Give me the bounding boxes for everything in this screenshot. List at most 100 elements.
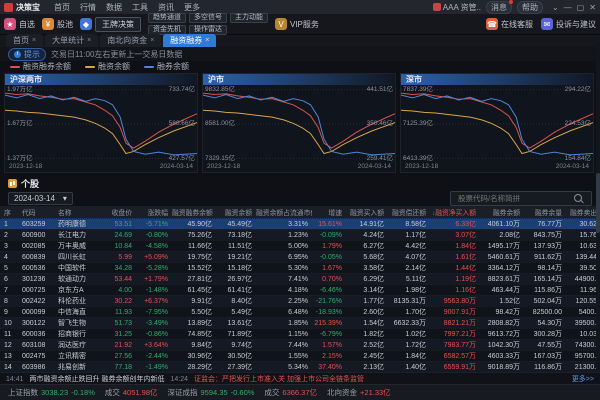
quick-tool-button[interactable]: 趋势通道 [148, 13, 186, 23]
cell-price: 34.28 [102, 265, 136, 272]
cell-repay-amount: 1.98亿 [388, 285, 430, 295]
scrollbar-thumb[interactable] [596, 173, 600, 233]
market-item: 深证成指9594.35-0.60% [168, 387, 255, 398]
left-axis-tick: 1.37万亿 [7, 155, 33, 162]
cell-total-balance: 74.85亿 [172, 329, 216, 339]
ticker-headline[interactable]: 证监会：严把发行上市准入关 加强上市公司全链条监管 [194, 374, 364, 384]
column-header[interactable]: 融资融券余额 [172, 207, 216, 217]
search-input[interactable] [456, 193, 570, 204]
feedback-button[interactable]: ✉ 投诉与建议 [541, 18, 596, 30]
column-header[interactable]: 融资偿还额 [388, 207, 430, 217]
table-row[interactable]: 8002422科伦药业30.22+6.37%9.91亿8.40亿2.25%-21… [0, 295, 600, 306]
stock-pool-button[interactable]: ¥ 股池 [42, 18, 73, 30]
column-header[interactable]: 增速 [312, 207, 346, 217]
tab-首页[interactable]: 首页× [6, 34, 43, 47]
messages-button[interactable]: 消息 [486, 1, 512, 14]
account-chip[interactable]: AAA 资管.. [433, 2, 481, 13]
table-row[interactable]: 3002085万丰奥威10.84-4.58%11.66亿11.51亿5.00%1… [0, 240, 600, 251]
legend-item[interactable]: 融资余额 [85, 61, 130, 72]
cell-rank: 7 [0, 287, 18, 294]
cell-buy-amount: 2.52亿 [346, 340, 388, 350]
cell-name: 软通动力 [54, 274, 102, 284]
cell-short-balance: 463.44万 [480, 285, 524, 295]
cell-pct-change: +6.37% [136, 298, 172, 305]
mail-icon: ✉ [541, 18, 553, 30]
table-row[interactable]: 9000099中信海直11.93-7.95%5.50亿5.49亿6.48%-18… [0, 306, 600, 317]
quick-tool-button[interactable]: 多空信号 [189, 13, 227, 23]
left-axis-tick: 8581.00亿 [205, 120, 235, 127]
quick-tool-button[interactable]: 主力动能 [230, 13, 268, 23]
cell-short-sell: 44900.00 [566, 276, 600, 283]
close-icon[interactable]: ✕ [589, 3, 596, 12]
column-header[interactable]: 融资余额占流通市值比 [256, 207, 312, 217]
menu-item[interactable]: 行情 [80, 2, 96, 13]
help-button[interactable]: 帮助 [517, 1, 543, 14]
series-融资余额 [203, 110, 395, 153]
column-header[interactable]: 融资买入额 [346, 207, 388, 217]
minimize-icon[interactable]: — [564, 3, 572, 12]
column-header[interactable]: 名称 [54, 207, 102, 217]
menu-item[interactable]: 工具 [132, 2, 148, 13]
column-header[interactable]: ↓融资净买入额 [430, 207, 480, 217]
column-header[interactable]: 序 [0, 207, 18, 217]
tab-南北向资金[interactable]: 南北向资金× [100, 34, 161, 47]
column-header[interactable]: 涨跌幅 [136, 207, 172, 217]
table-row[interactable]: 14603986兆易创新77.18-1.49%28.29亿27.39亿5.34%… [0, 361, 600, 372]
vertical-scrollbar[interactable] [596, 42, 600, 370]
legend-item[interactable]: 融资融券余额 [10, 61, 71, 72]
table-row[interactable]: 13002475立讯精密27.56-2.44%30.96亿30.50亿1.55%… [0, 350, 600, 361]
cell-pct-change: -1.49% [136, 364, 172, 371]
collapse-icon[interactable]: ⌄ [552, 3, 559, 12]
legend-item[interactable]: 融券余额 [144, 61, 189, 72]
cell-total-balance: 30.96亿 [172, 351, 216, 361]
column-header[interactable]: 融资余额 [216, 207, 256, 217]
watchlist-button[interactable]: ★ 自选 [4, 18, 35, 30]
quick-tools: 趋势通道多空信号主力动能资金先机操作雷达 [148, 13, 268, 35]
vip-button[interactable]: V VIP服务 [275, 18, 319, 30]
table-row[interactable]: 4600839四川长虹5.99+5.09%19.75亿19.21亿6.95%-0… [0, 251, 600, 262]
table-row[interactable]: 7000725京东方A4.00-1.48%61.45亿61.41亿4.18%-6… [0, 284, 600, 295]
online-service-button[interactable]: ☎ 在线客服 [486, 18, 533, 30]
legend-swatch [144, 66, 154, 68]
table-row[interactable]: 1603259药明康德53.51-5.71%45.90亿45.49亿3.31%1… [0, 218, 600, 229]
ticker-headline[interactable]: 两市融资余额止跌回升 融券余额创年内新低 [30, 374, 165, 384]
cell-buy-amount: 1.54亿 [346, 318, 388, 328]
column-header[interactable]: 融券余额 [480, 207, 524, 217]
menu-item[interactable]: 资讯 [158, 2, 174, 13]
tab-融资融券[interactable]: 融资融券× [163, 34, 216, 47]
column-header[interactable]: 收盘价 [102, 207, 136, 217]
table-row[interactable]: 6301236软通动力53.44+1.79%27.81亿26.97亿7.41%0… [0, 273, 600, 284]
tab-close-icon[interactable]: × [87, 37, 91, 44]
cell-pct-change: +1.79% [136, 276, 172, 283]
column-header[interactable]: 融券卖出量 [566, 207, 600, 217]
tab-close-icon[interactable]: × [150, 37, 154, 44]
cell-ratio: 7.44% [256, 342, 312, 349]
cell-code: 600536 [18, 265, 54, 272]
cell-buy-amount: 14.91亿 [346, 219, 388, 229]
table-row[interactable]: 2600900长江电力24.69-0.80%75.26亿73.18亿1.23%-… [0, 229, 600, 240]
cell-name: 四川长虹 [54, 252, 102, 262]
tab-close-icon[interactable]: × [205, 37, 209, 44]
maximize-icon[interactable]: ▢ [577, 3, 585, 12]
cell-price: 21.92 [102, 342, 136, 349]
table-row[interactable]: 11600036招商银行31.25-0.86%74.85亿71.89亿1.15%… [0, 328, 600, 339]
menu-item[interactable]: 更多 [184, 2, 200, 13]
table-row[interactable]: 5600536中国软件34.28-5.28%15.52亿15.18亿5.30%1… [0, 262, 600, 273]
app-logo-icon [4, 3, 13, 12]
decision-button[interactable]: 王牌决策 [95, 17, 141, 32]
cell-ratio: 1.23% [256, 232, 312, 239]
date-select[interactable]: 2024-03-14 ▾ [8, 192, 73, 205]
table-row[interactable]: 10300122智飞生物51.73-3.49%13.89亿13.61亿1.85%… [0, 317, 600, 328]
menu-item[interactable]: 数据 [106, 2, 122, 13]
column-header[interactable]: 代码 [18, 207, 54, 217]
search-icon[interactable] [574, 194, 582, 202]
cell-name: 中信海直 [54, 307, 102, 317]
table-row[interactable]: 12603108润达医疗21.92+3.64%9.84亿9.74亿7.44%1.… [0, 339, 600, 350]
menu-item[interactable]: 首页 [54, 2, 70, 13]
ticker-more-link[interactable]: 更多>> [572, 374, 594, 384]
tab-大单统计[interactable]: 大单统计× [45, 34, 98, 47]
vip-icon: V [275, 18, 287, 30]
tab-close-icon[interactable]: × [32, 37, 36, 44]
cell-short-sell: 15.76万 [566, 230, 600, 240]
column-header[interactable]: 融券余量 [524, 207, 566, 217]
